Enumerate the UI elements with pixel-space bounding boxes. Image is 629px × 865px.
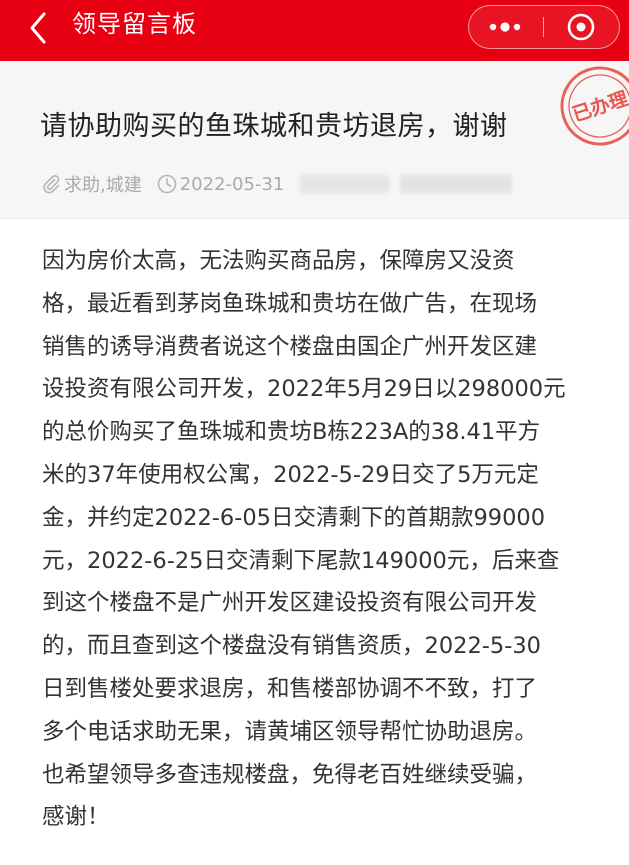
clock-icon [157, 174, 177, 194]
content-line: 的，而且查到这个楼盘没有销售资质，2022-5-30 [42, 633, 541, 660]
content-line: 也希望领导多查违规楼盘，免得老百姓继续受骗， [42, 761, 538, 788]
post-content: 因为房价太高，无法购买商品房，保障房又没资 格，最近看到茅岗鱼珠城和贵坊在做广告，… [42, 240, 594, 839]
content-line: 销售的诱导消费者说这个楼盘由国企广州开发区建 [42, 333, 538, 360]
post-meta: 求助,城建 2022-05-31 [40, 171, 284, 197]
redacted-info [400, 175, 512, 193]
post-header: 请协助购买的鱼珠城和贵坊退房，谢谢 求助,城建 2022-05-31 已办理 [0, 61, 629, 218]
content-line: 设投资有限公司开发，2022年5月29日以298000元 [42, 376, 566, 403]
navigation-bar: 领导留言板 [0, 0, 629, 61]
stamp-text: 已办理 [569, 87, 629, 126]
content-line: 金，并约定2022-6-05日交清剩下的首期款99000 [42, 504, 546, 531]
processed-stamp: 已办理 [560, 66, 629, 146]
content-line: 日到售楼处要求退房，和售楼部协调不不致，打了 [42, 675, 538, 702]
content-line: 多个电话求助无果，请黄埔区领导帮忙协助退房。 [42, 718, 538, 745]
page-title: 领导留言板 [72, 10, 197, 38]
content-line: 的总价购买了鱼珠城和贵坊B栋223A的38.41平方 [42, 419, 541, 446]
redacted-info [300, 175, 390, 193]
more-button[interactable] [469, 6, 543, 48]
chevron-left-icon [30, 12, 46, 44]
content-line: 感谢！ [42, 804, 110, 831]
mini-program-capsule [468, 5, 620, 49]
post-tags: 求助,城建 [64, 175, 142, 196]
back-button[interactable] [20, 8, 60, 48]
close-button[interactable] [544, 6, 619, 48]
paperclip-icon [43, 175, 60, 194]
post-date: 2022-05-31 [179, 173, 285, 195]
target-close-icon [567, 13, 595, 41]
more-dots-icon [489, 22, 521, 32]
content-line: 因为房价太高，无法购买商品房，保障房又没资 [42, 248, 515, 274]
content-line: 到这个楼盘不是广州开发区建设投资有限公司开发 [42, 590, 538, 617]
content-line: 格，最近看到茅岗鱼珠城和贵坊在做广告，在现场 [42, 290, 538, 317]
section-divider [0, 218, 629, 219]
content-line: 元，2022-6-25日交清剩下尾款149000元，后来查 [42, 547, 560, 574]
content-line: 米的37年使用权公寓，2022-5-29日交了5万元定 [42, 461, 539, 488]
post-title: 请协助购买的鱼珠城和贵坊退房，谢谢 [40, 111, 508, 142]
